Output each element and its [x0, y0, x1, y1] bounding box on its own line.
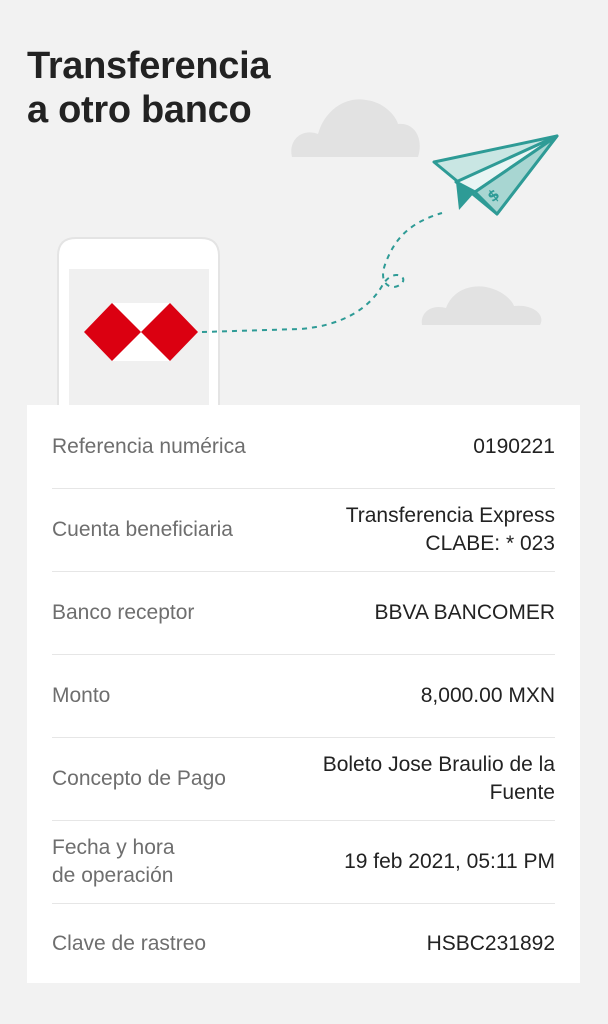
beneficiary-value-line-1: Transferencia Express	[345, 504, 555, 527]
detail-row-payment-concept: Concepto de Pago Boleto Jose Braulio de …	[52, 738, 555, 821]
transfer-details-card: Referencia numérica 0190221 Cuenta benef…	[27, 405, 580, 983]
tracking-key-label: Clave de rastreo	[52, 931, 207, 955]
amount-label: Monto	[52, 684, 111, 707]
beneficiary-label: Cuenta beneficiaria	[52, 518, 233, 541]
detail-row-beneficiary: Cuenta beneficiaria Transferencia Expres…	[52, 489, 555, 572]
amount-value: 8,000.00 MXN	[420, 684, 555, 707]
beneficiary-value-line-2: CLABE: * 023	[425, 532, 555, 555]
operation-date-value: 19 feb 2021, 05:11 PM	[344, 850, 555, 873]
detail-row-operation-date: Fecha y hora de operación 19 feb 2021, 0…	[52, 821, 555, 904]
beneficiary-value: Transferencia Express CLABE: * 023	[346, 502, 555, 558]
detail-row-receiving-bank: Banco receptor BBVA BANCOMER	[52, 572, 555, 655]
payment-concept-label: Concepto de Pago	[52, 767, 226, 790]
flight-path-line	[201, 212, 443, 333]
payment-concept-value: Boleto Jose Braulio de la Fuente	[323, 751, 555, 807]
operation-date-label: Fecha y hora de operación	[52, 834, 175, 890]
cloud-icon-bottom	[421, 286, 542, 325]
payment-concept-value-line-1: Boleto Jose Braulio de la	[322, 753, 555, 776]
detail-row-tracking-key: Clave de rastreo HSBC231892	[52, 904, 555, 983]
transfer-illustration: $	[57, 99, 559, 420]
payment-concept-value-line-2: Fuente	[489, 781, 555, 804]
operation-date-label-line-2: de operación	[52, 864, 174, 887]
detail-row-amount: Monto 8,000.00 MXN	[52, 655, 555, 738]
cloud-icon-top	[291, 99, 420, 157]
reference-label: Referencia numérica	[52, 434, 246, 458]
tracking-key-value: HSBC231892	[426, 931, 555, 955]
receiving-bank-label: Banco receptor	[52, 601, 195, 624]
detail-row-reference: Referencia numérica 0190221	[52, 405, 555, 489]
operation-date-label-line-1: Fecha y hora	[52, 836, 175, 859]
paper-plane-icon: $	[432, 134, 559, 216]
receiving-bank-value: BBVA BANCOMER	[374, 601, 556, 624]
reference-value: 0190221	[473, 434, 555, 458]
